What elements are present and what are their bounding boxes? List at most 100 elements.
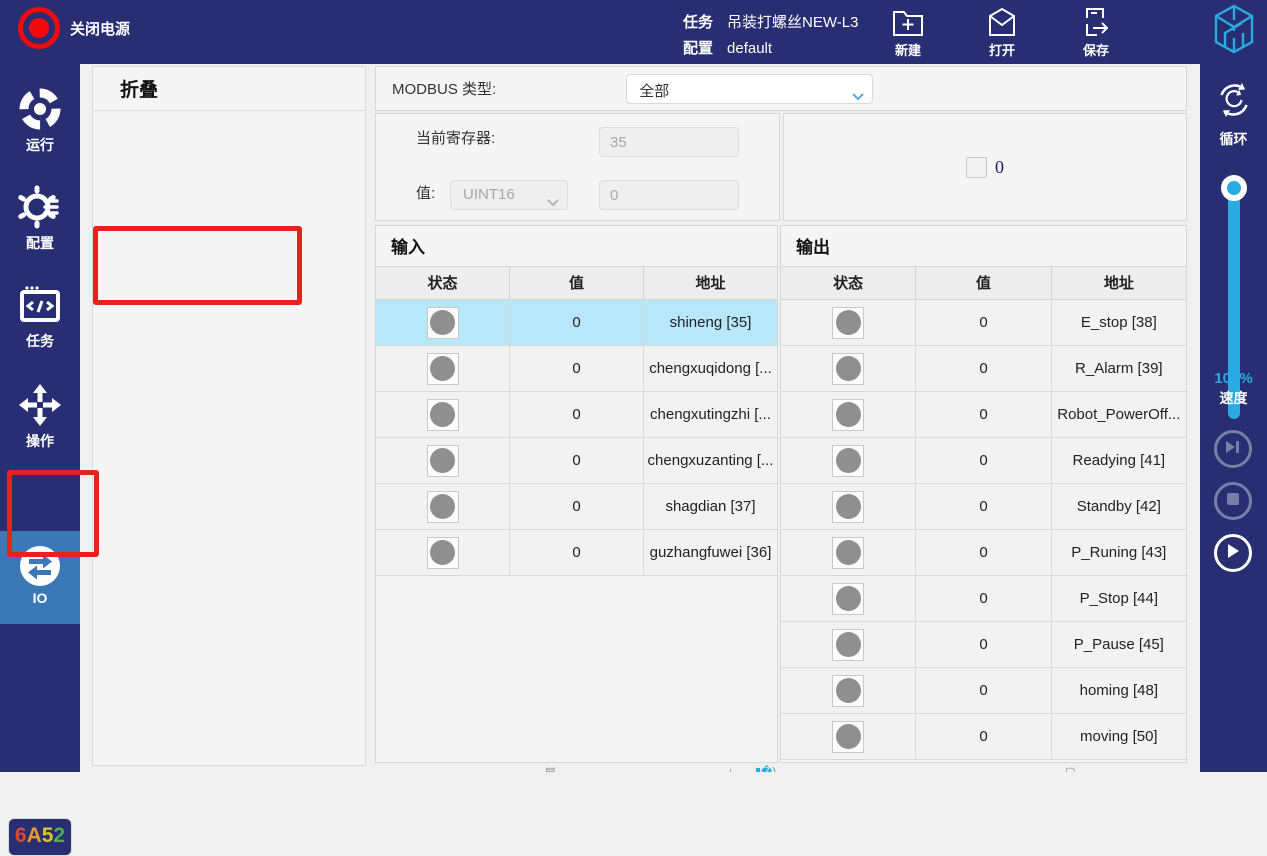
row-address: chengxuqidong [... [644, 346, 777, 391]
move-arrows-icon [0, 382, 80, 428]
modbus-type-select[interactable]: 全部 [626, 74, 873, 104]
status-led-icon [430, 356, 455, 381]
run-icon [0, 86, 80, 132]
output-table-row[interactable]: 0 P_Pause [45] [781, 622, 1186, 668]
status-led-box [832, 353, 864, 385]
config-label: 配置 [683, 40, 713, 57]
output-table-row[interactable]: 0 P_Stop [44] [781, 576, 1186, 622]
skip-to-end-button[interactable] [1214, 430, 1252, 468]
input-table-row[interactable]: 0 shagdian [37] [376, 484, 777, 530]
play-button[interactable] [1214, 534, 1252, 572]
output-title: 输出 [781, 226, 1186, 267]
output-table-row[interactable]: 0 Robot_PowerOff... [781, 392, 1186, 438]
row-address: chengxuzanting [... [644, 438, 777, 483]
status-led-box [427, 491, 459, 523]
output-table-row[interactable]: 0 moving [50] [781, 714, 1186, 760]
top-bar: 关闭电源 任务吊装打螺丝NEW-L3 配置default 新建 打开 [0, 0, 1267, 64]
task-code-icon [0, 284, 80, 328]
modbus-type-filter-panel: MODBUS 类型: 全部 [375, 66, 1187, 111]
input-table-row[interactable]: 0 shineng [35] [376, 300, 777, 346]
row-value: 0 [916, 300, 1051, 345]
current-register-input[interactable] [599, 127, 739, 157]
power-off-button[interactable] [18, 7, 60, 49]
output-table-row[interactable]: 0 P_Runing [43] [781, 530, 1186, 576]
row-address: Standby [42] [1052, 484, 1186, 529]
row-value: 0 [510, 530, 644, 575]
row-address: P_Pause [45] [1052, 622, 1186, 667]
register-panel: 当前寄存器: 值: UINT16 [375, 113, 780, 221]
stop-button[interactable] [1214, 482, 1252, 520]
loop-button[interactable]: 循环 [1200, 80, 1267, 149]
status-led-icon [836, 494, 861, 519]
row-address: moving [50] [1052, 714, 1186, 759]
current-register-label: 当前寄存器: [416, 127, 495, 148]
bottom-toolbar-strip: ▤ ＋ ▮�) ▢ ＋ [375, 764, 1190, 772]
status-led-box [427, 445, 459, 477]
col-status: 状态 [376, 267, 510, 299]
gear-icon [0, 184, 80, 230]
chart-bars-icon: ▮�) [755, 765, 776, 772]
row-value: 0 [916, 438, 1051, 483]
sidebar-item-io[interactable]: IO [0, 531, 80, 624]
coil-checkbox[interactable] [966, 157, 987, 178]
row-value: 0 [510, 300, 644, 345]
sidebar-item-config[interactable]: 配置 [0, 184, 80, 253]
status-led-box [832, 399, 864, 431]
save-button[interactable]: 保存 [1068, 4, 1124, 59]
status-led-box [832, 675, 864, 707]
window-icon: ▢ [1065, 765, 1075, 772]
output-table-header: 状态 值 地址 [781, 267, 1186, 300]
output-table-body: 0 E_stop [38] 0 R_Alarm [39] 0 Robot_Pow… [781, 300, 1186, 760]
status-led-icon [430, 402, 455, 427]
value-type-select[interactable]: UINT16 [450, 180, 568, 210]
right-sidebar: 循环 100% 速度 [1200, 62, 1267, 772]
open-button[interactable]: 打开 [974, 4, 1030, 59]
status-led-icon [836, 448, 861, 473]
row-value: 0 [510, 484, 644, 529]
task-label: 任务 [683, 14, 713, 31]
grid-icon: ▤ [545, 765, 555, 772]
status-led-icon [836, 540, 861, 565]
row-value: 0 [916, 668, 1051, 713]
status-led-icon [836, 724, 861, 749]
task-value: 吊装打螺丝NEW-L3 [727, 14, 858, 31]
output-table-row[interactable]: 0 E_stop [38] [781, 300, 1186, 346]
output-table-row[interactable]: 0 homing [48] [781, 668, 1186, 714]
coil-value: 0 [995, 157, 1004, 178]
sidebar-item-run[interactable]: 运行 [0, 86, 80, 155]
chevron-down-icon [547, 193, 559, 210]
power-icon [29, 18, 49, 38]
row-address: guzhangfuwei [36] [644, 530, 777, 575]
row-value: 0 [916, 484, 1051, 529]
new-button[interactable]: 新建 [880, 4, 936, 59]
row-value: 0 [510, 438, 644, 483]
row-value: 0 [510, 392, 644, 437]
status-led-box [832, 721, 864, 753]
output-table-row[interactable]: 0 Readying [41] [781, 438, 1186, 484]
row-value: 0 [916, 530, 1051, 575]
input-table-row[interactable]: 0 chengxuzanting [... [376, 438, 777, 484]
speed-slider-handle[interactable] [1221, 175, 1247, 201]
input-title: 输入 [376, 226, 777, 267]
row-address: Readying [41] [1052, 438, 1186, 483]
value-input[interactable] [599, 180, 739, 210]
output-table-row[interactable]: 0 R_Alarm [39] [781, 346, 1186, 392]
sidebar-item-operate[interactable]: 操作 [0, 382, 80, 451]
sidebar-item-task[interactable]: 任务 [0, 284, 80, 351]
tree-collapse-header[interactable]: 折叠 [93, 67, 365, 111]
col-value: 值 [916, 267, 1051, 299]
input-table-row[interactable]: 0 chengxuqidong [... [376, 346, 777, 392]
input-table-row[interactable]: 0 guzhangfuwei [36] [376, 530, 777, 576]
modbus-type-label: MODBUS 类型: [392, 78, 496, 99]
input-table-row[interactable]: 0 chengxutingzhi [... [376, 392, 777, 438]
io-exchange-icon [0, 545, 80, 587]
input-table-panel: 输入 状态 值 地址 0 shineng [35] 0 chengxuqidon… [375, 225, 778, 763]
status-led-box [427, 537, 459, 569]
input-table-header: 状态 值 地址 [376, 267, 777, 300]
output-table-row[interactable]: 0 Standby [42] [781, 484, 1186, 530]
new-folder-icon [880, 6, 936, 38]
config-value: default [727, 40, 772, 57]
status-led-box [427, 307, 459, 339]
row-address: chengxutingzhi [... [644, 392, 777, 437]
row-address: E_stop [38] [1052, 300, 1186, 345]
